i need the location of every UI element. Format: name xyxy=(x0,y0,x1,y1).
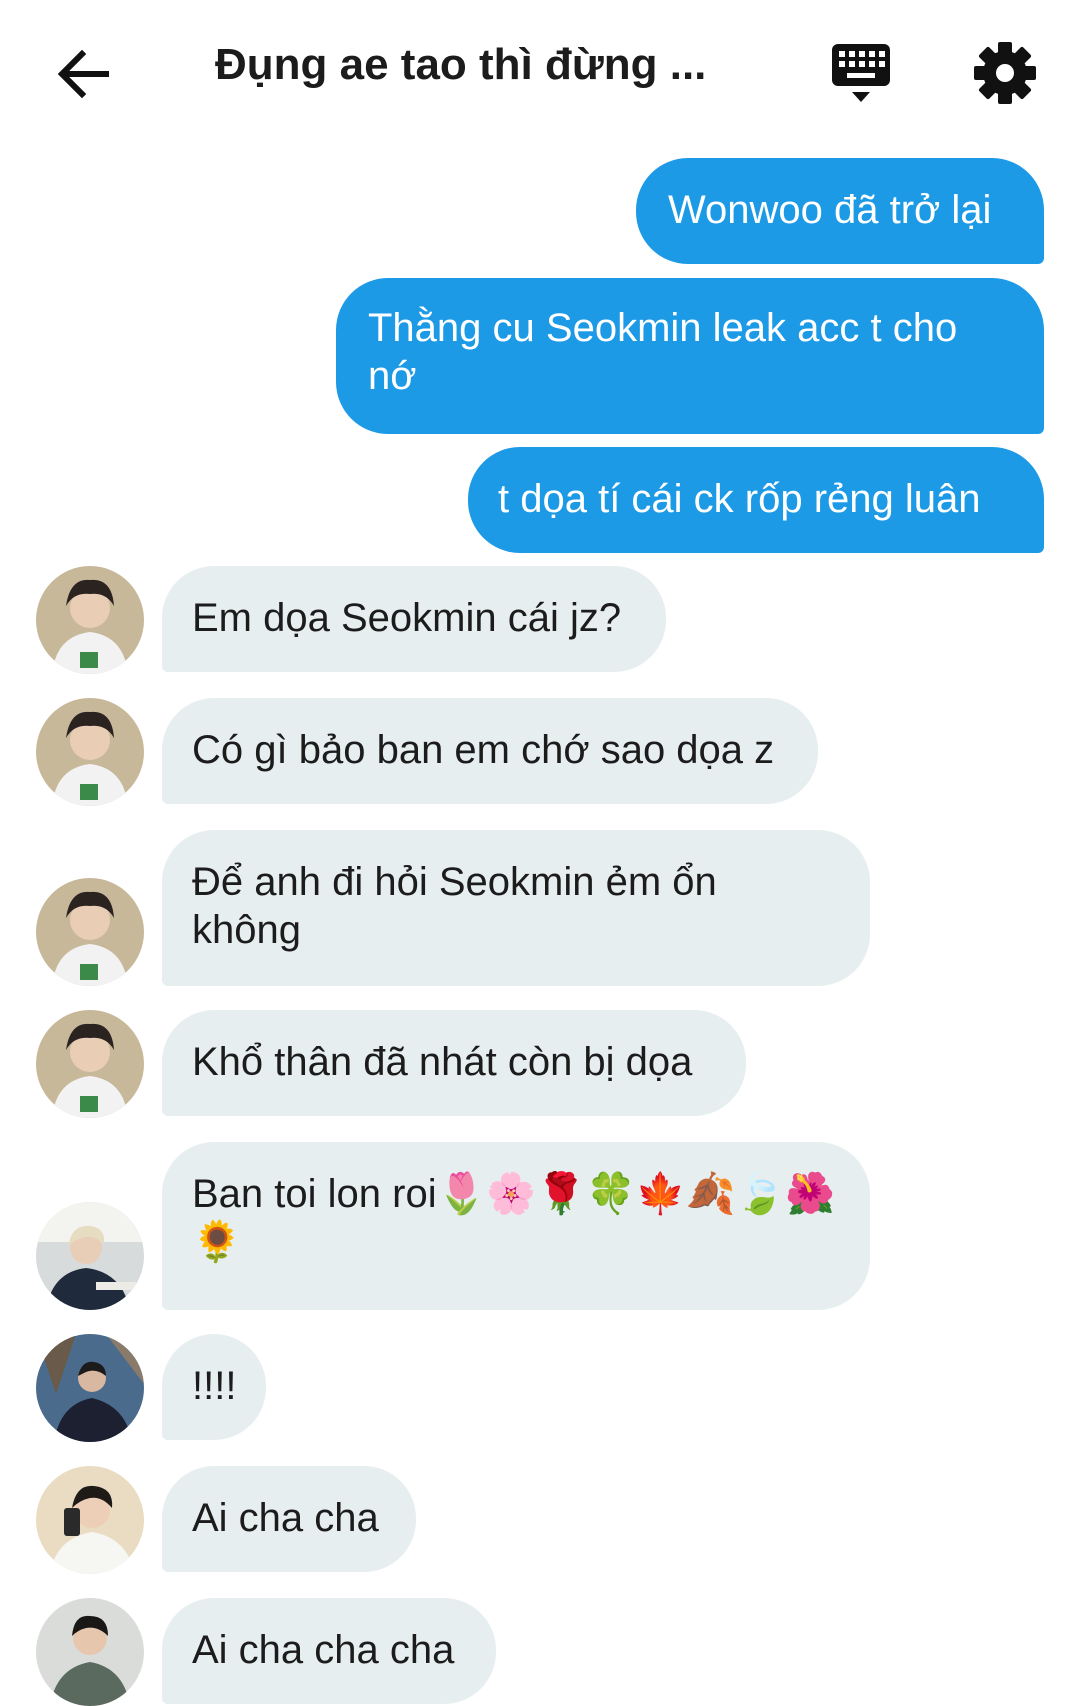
avatar[interactable] xyxy=(36,566,144,674)
message-text: Khổ thân đã nhát còn bị dọa xyxy=(192,1040,693,1084)
incoming-message-bubble[interactable]: Khổ thân đã nhát còn bị dọa xyxy=(162,1010,746,1116)
message-text: Có gì bảo ban em chớ sao dọa z xyxy=(192,728,775,772)
message-text: Để anh đi hỏi Seokmin ẻm ổn không xyxy=(192,860,717,952)
avatar[interactable] xyxy=(36,1598,144,1706)
incoming-message-bubble[interactable]: Có gì bảo ban em chớ sao dọa z xyxy=(162,698,818,804)
keyboard-icon xyxy=(832,44,890,102)
message-text: Ai cha cha cha xyxy=(192,1628,455,1672)
arrow-left-icon xyxy=(57,49,109,99)
settings-button[interactable] xyxy=(970,38,1040,108)
outgoing-message-bubble[interactable]: Thằng cu Seokmin leak acc t cho nớ xyxy=(336,278,1044,434)
avatar[interactable] xyxy=(36,698,144,806)
message-text: Ai cha cha xyxy=(192,1496,379,1540)
avatar[interactable] xyxy=(36,1334,144,1442)
chat-header: Đụng ae tao thì đừng ... xyxy=(0,0,1080,150)
message-text: Wonwoo đã trở lại xyxy=(668,188,992,232)
message-text: Ban toi lon roi xyxy=(192,1172,437,1216)
message-text: Em dọa Seokmin cái jz? xyxy=(192,596,622,640)
incoming-message-bubble[interactable]: Ai cha cha cha xyxy=(162,1598,496,1704)
incoming-message-bubble[interactable]: Để anh đi hỏi Seokmin ẻm ổn không xyxy=(162,830,870,986)
avatar[interactable] xyxy=(36,1202,144,1310)
message-text: t dọa tí cái ck rốp rẻng luân xyxy=(498,477,981,521)
message-text: !!!! xyxy=(192,1364,237,1408)
back-button[interactable] xyxy=(48,38,120,110)
message-text: Thằng cu Seokmin leak acc t cho nớ xyxy=(368,306,958,398)
keyboard-button[interactable] xyxy=(828,40,898,106)
incoming-message-bubble[interactable]: Ai cha cha xyxy=(162,1466,416,1572)
incoming-message-bubble[interactable]: !!!! xyxy=(162,1334,266,1440)
avatar[interactable] xyxy=(36,1466,144,1574)
outgoing-message-bubble[interactable]: t dọa tí cái ck rốp rẻng luân xyxy=(468,447,1044,553)
incoming-message-bubble[interactable]: Ban toi lon roi🌷🌸🌹🍀🍁🍂🍃🌺🌻 xyxy=(162,1142,870,1310)
avatar[interactable] xyxy=(36,1010,144,1118)
incoming-message-bubble[interactable]: Em dọa Seokmin cái jz? xyxy=(162,566,666,672)
chat-title: Đụng ae tao thì đừng ... xyxy=(215,40,707,89)
gear-icon xyxy=(974,42,1036,104)
avatar[interactable] xyxy=(36,878,144,986)
outgoing-message-bubble[interactable]: Wonwoo đã trở lại xyxy=(636,158,1044,264)
